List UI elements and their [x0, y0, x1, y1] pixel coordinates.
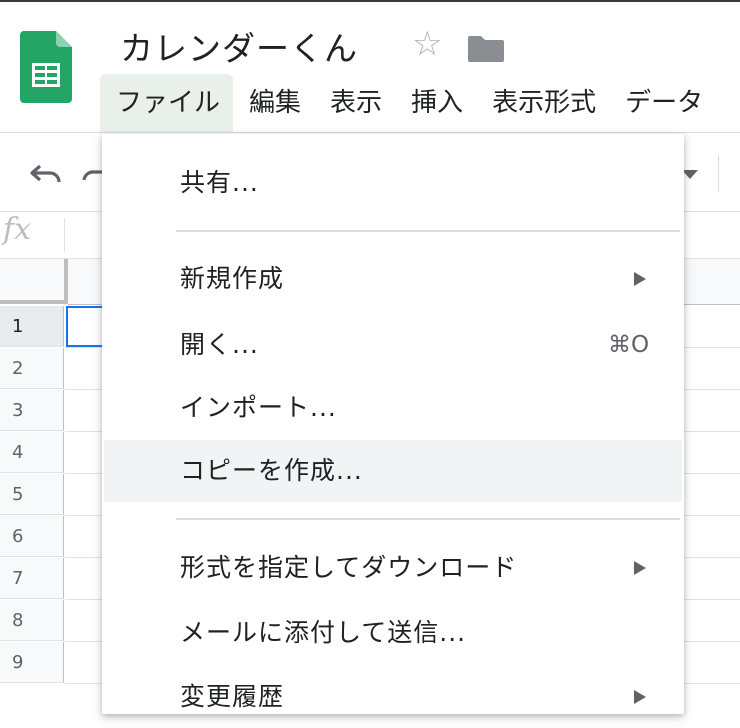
- menu-view[interactable]: 表示: [314, 74, 395, 132]
- menu-item-label: 開く...: [180, 330, 259, 359]
- select-all-corner[interactable]: [0, 259, 68, 304]
- menu-item-share[interactable]: 共有...: [102, 152, 684, 214]
- file-menu-dropdown: 共有... 新規作成 開く... ⌘O インポート... コピーを作成... 形…: [102, 134, 684, 714]
- undo-icon[interactable]: [28, 160, 66, 188]
- menu-item-label: 形式を指定してダウンロード: [180, 553, 518, 582]
- fx-icon: fx: [3, 212, 32, 247]
- menu-item-label: 新規作成: [180, 264, 285, 293]
- menu-insert[interactable]: 挿入: [395, 74, 476, 132]
- submenu-arrow-icon: [634, 690, 646, 704]
- folder-icon[interactable]: [468, 34, 504, 62]
- menu-bar: ファイル 編集 表示 挿入 表示形式 データ: [100, 74, 716, 132]
- menu-item-import[interactable]: インポート...: [102, 377, 684, 439]
- submenu-arrow-icon: [634, 561, 646, 575]
- row-header[interactable]: 5: [0, 474, 64, 515]
- row-header[interactable]: 9: [0, 642, 64, 683]
- menu-file[interactable]: ファイル: [100, 74, 234, 132]
- header-divider: [0, 132, 740, 133]
- submenu-arrow-icon: [634, 272, 646, 286]
- formula-bar-divider: [64, 218, 65, 252]
- menu-item-email[interactable]: メールに添付して送信...: [102, 602, 684, 664]
- menu-item-label: メールに添付して送信...: [180, 618, 467, 647]
- menu-data[interactable]: データ: [609, 74, 716, 132]
- row-header[interactable]: 4: [0, 432, 64, 473]
- row-header[interactable]: 1: [0, 306, 64, 347]
- star-icon[interactable]: ☆: [412, 27, 442, 61]
- row-header[interactable]: 2: [0, 348, 64, 389]
- menu-edit[interactable]: 編集: [233, 74, 314, 132]
- document-title[interactable]: カレンダーくん: [120, 22, 358, 70]
- dropdown-arrow-icon[interactable]: [682, 170, 698, 179]
- menu-item-new[interactable]: 新規作成: [102, 248, 684, 310]
- redo-icon[interactable]: [80, 160, 102, 188]
- menu-item-label: インポート...: [180, 393, 337, 422]
- menu-item-make-copy[interactable]: コピーを作成...: [104, 440, 682, 502]
- menu-item-label: 共有...: [180, 168, 259, 197]
- toolbar-divider: [718, 155, 719, 191]
- window-top-border: [0, 0, 740, 2]
- menu-item-download[interactable]: 形式を指定してダウンロード: [102, 537, 684, 599]
- row-header[interactable]: 8: [0, 600, 64, 641]
- row-header[interactable]: 6: [0, 516, 64, 557]
- row-header[interactable]: 7: [0, 558, 64, 599]
- menu-item-version-history[interactable]: 変更履歴: [102, 666, 684, 728]
- row-header[interactable]: 3: [0, 390, 64, 431]
- menu-item-label: 変更履歴: [180, 682, 285, 711]
- sheets-logo-icon[interactable]: [20, 31, 72, 103]
- menu-separator: [176, 518, 680, 520]
- shortcut-label: ⌘O: [608, 332, 650, 358]
- menu-format[interactable]: 表示形式: [476, 74, 609, 132]
- menu-item-open[interactable]: 開く... ⌘O: [102, 314, 684, 376]
- active-cell-a1[interactable]: [66, 306, 106, 347]
- menu-separator: [176, 230, 680, 232]
- menu-item-label: コピーを作成...: [180, 456, 363, 485]
